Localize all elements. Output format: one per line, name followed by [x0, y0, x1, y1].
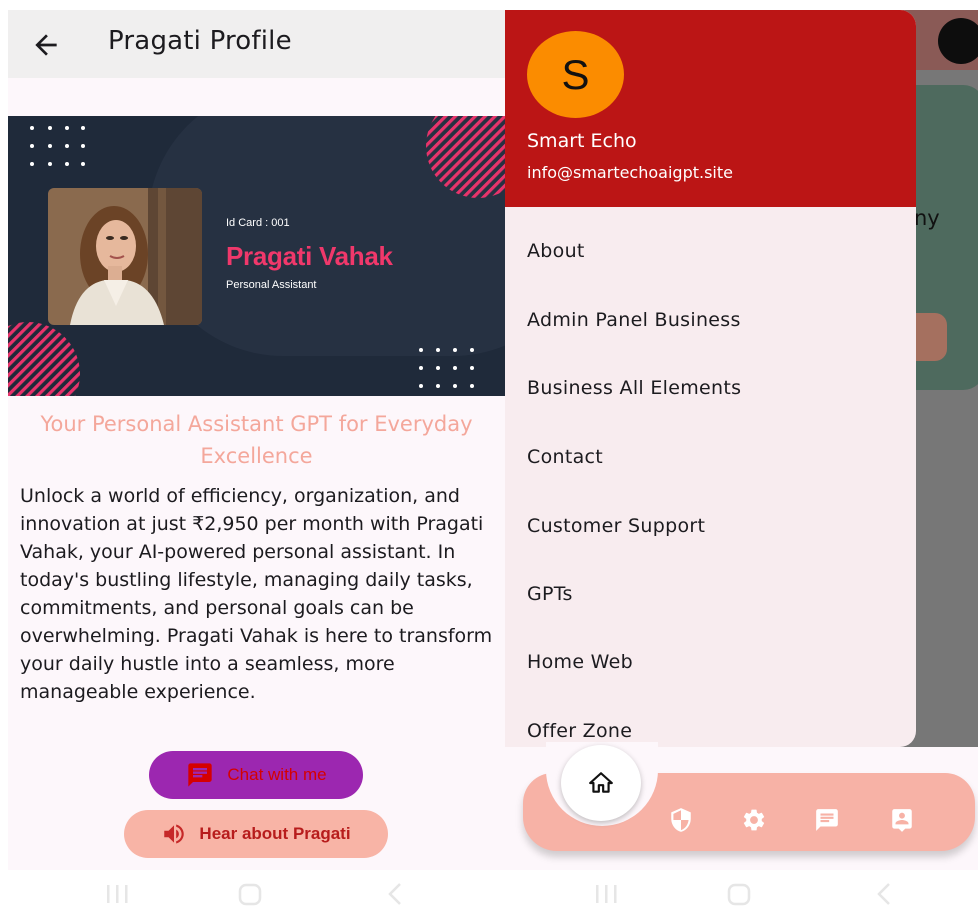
user-name: Smart Echo	[527, 130, 637, 152]
tagline: Your Personal Assistant GPT for Everyday…	[40, 412, 473, 468]
drawer-item-business-all-elements[interactable]: Business All Elements	[527, 377, 741, 399]
shield-icon[interactable]	[668, 807, 694, 833]
recents-icon	[107, 885, 128, 903]
drawer-item-home-web[interactable]: Home Web	[527, 651, 633, 673]
drawer-screen: ny S Smart Echo info@smartechoaigpt.site…	[505, 10, 978, 870]
recents-icon	[596, 885, 617, 903]
drawer-item-offer-zone[interactable]: Offer Zone	[527, 720, 632, 742]
drawer-item-contact[interactable]: Contact	[527, 446, 603, 468]
assistant-name: Pragati Vahak	[226, 241, 393, 271]
contact-icon[interactable]	[889, 807, 915, 833]
user-avatar[interactable]: S	[527, 31, 624, 118]
profile-banner: Id Card : 001 Pragati Vahak Personal Ass…	[8, 116, 505, 396]
background-text: ny	[914, 206, 940, 230]
hear-button-label: Hear about Pragati	[199, 824, 351, 843]
background-logo-avatar	[938, 18, 978, 64]
profile-photo	[48, 188, 202, 325]
home-icon	[589, 772, 613, 793]
system-back-icon	[877, 883, 890, 905]
navigation-drawer: S Smart Echo info@smartechoaigpt.site Ab…	[505, 10, 916, 747]
description: Unlock a world of efficiency, organizati…	[20, 485, 493, 703]
hear-about-button[interactable]: Hear about Pragati	[124, 810, 388, 858]
profile-screen: Pragati Profile Id Card: 001 Pragati Va…	[8, 10, 505, 870]
page-title: Pragati Profile	[108, 26, 292, 56]
back-arrow-icon[interactable]	[30, 29, 62, 61]
drawer-item-gpts[interactable]: GPTs	[527, 583, 573, 605]
speaker-icon	[164, 824, 185, 844]
gear-icon[interactable]	[741, 807, 767, 833]
system-home-icon	[727, 883, 751, 906]
assistant-role: Personal Assistant	[226, 279, 317, 291]
drawer-item-customer-support[interactable]: Customer Support	[527, 515, 705, 537]
id-card: Id Card : 001 Pragati Vahak Personal Ass…	[8, 116, 505, 396]
drawer-item-about[interactable]: About	[527, 240, 585, 262]
chat-icon	[188, 763, 213, 787]
app-bar: Pragati Profile	[8, 10, 505, 78]
id-card-number: Id Card : 001	[226, 217, 290, 229]
system-home-icon	[238, 883, 262, 906]
system-back-icon	[388, 883, 401, 905]
user-email: info@smartechoaigpt.site	[527, 163, 733, 182]
drawer-header: S Smart Echo info@smartechoaigpt.site	[505, 10, 916, 207]
chat-button-label: Chat with me	[227, 765, 327, 784]
chat-button[interactable]: Chat with me	[149, 751, 363, 799]
app-root: Pragati Profile Id Card: 001 Pragati Va…	[0, 0, 978, 911]
system-nav-bar-right	[596, 883, 890, 906]
chat-icon[interactable]	[814, 807, 840, 833]
home-button[interactable]	[561, 745, 641, 821]
drawer-item-admin-panel-business[interactable]: Admin Panel Business	[527, 309, 741, 331]
system-nav-bar-left	[107, 883, 401, 906]
